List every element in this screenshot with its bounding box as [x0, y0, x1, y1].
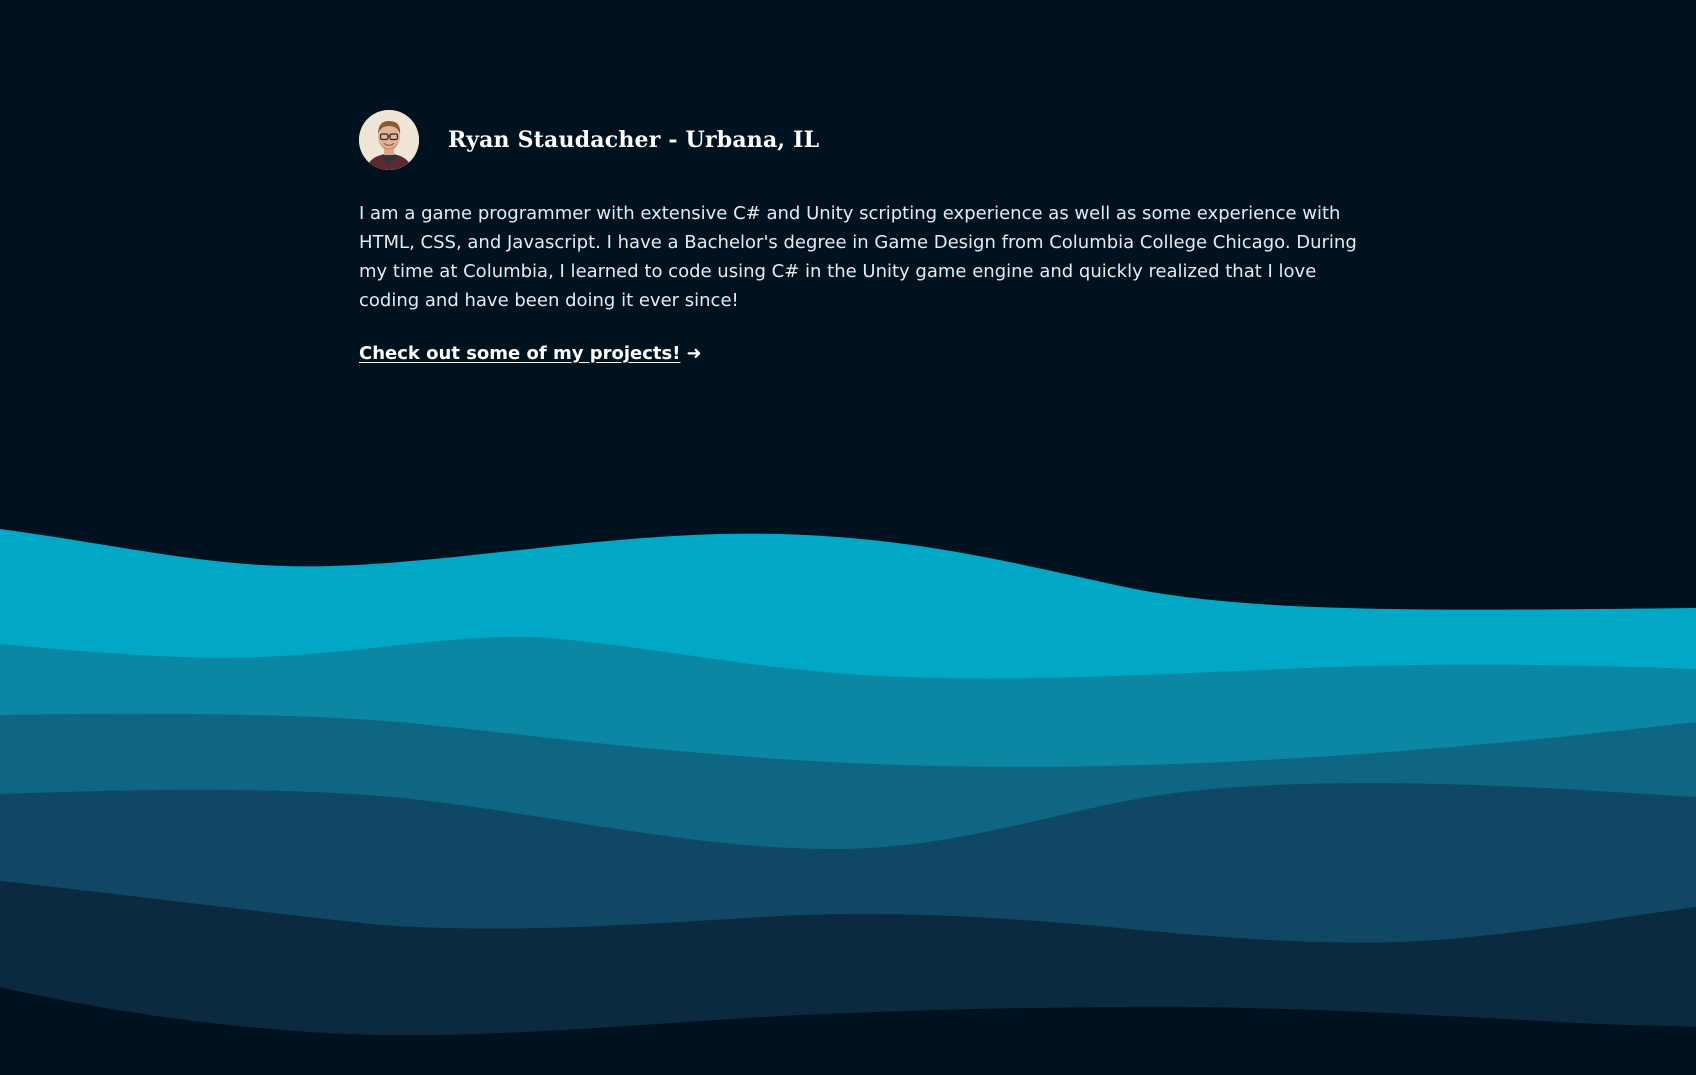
avatar-portrait-icon: [359, 110, 419, 170]
projects-cta: Check out some of my projects! ➜: [359, 343, 1379, 364]
avatar: [359, 110, 419, 170]
page-title: Ryan Staudacher - Urbana, IL: [448, 127, 820, 153]
profile-header: Ryan Staudacher - Urbana, IL: [359, 110, 1379, 170]
arrow-right-icon[interactable]: ➜: [686, 343, 701, 364]
intro-section: Ryan Staudacher - Urbana, IL I am a game…: [359, 110, 1379, 364]
projects-link[interactable]: Check out some of my projects!: [359, 343, 680, 364]
page: Ryan Staudacher - Urbana, IL I am a game…: [0, 0, 1696, 1075]
bio-paragraph: I am a game programmer with extensive C#…: [359, 203, 1357, 311]
